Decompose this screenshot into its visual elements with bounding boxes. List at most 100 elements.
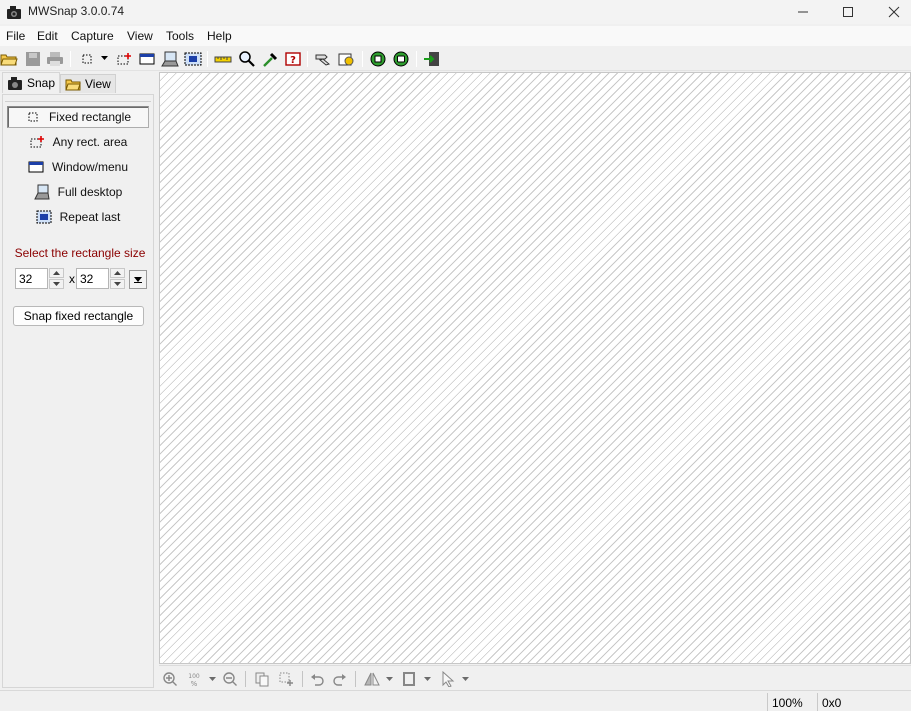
redo-icon — [333, 674, 346, 686]
open-folder-icon — [65, 79, 81, 91]
menu-edit[interactable]: Edit — [37, 29, 58, 43]
stepper-down-icon[interactable] — [49, 279, 64, 289]
zoom-percent-icon: 100% — [188, 673, 200, 687]
flip-button[interactable] — [364, 671, 380, 687]
window-title: MWSnap 3.0.0.74 — [28, 4, 125, 18]
crop-button[interactable] — [278, 671, 294, 687]
width-stepper[interactable] — [49, 268, 64, 289]
menu-capture[interactable]: Capture — [71, 29, 114, 43]
toolbar-separator — [355, 671, 356, 687]
any-rect-area-label: Any rect. area — [52, 135, 128, 149]
chevron-down-icon[interactable] — [462, 677, 469, 681]
undo-button[interactable] — [309, 671, 325, 687]
exit-button[interactable] — [423, 51, 441, 67]
green-print-button[interactable] — [392, 51, 410, 67]
copy-button[interactable] — [254, 671, 270, 687]
desktop-icon — [33, 184, 50, 200]
menu-tools[interactable]: Tools — [166, 29, 194, 43]
stepper-down-icon[interactable] — [110, 279, 125, 289]
minimize-button[interactable] — [780, 0, 826, 24]
color-picker-tool[interactable] — [261, 51, 279, 67]
save-icon — [26, 52, 40, 66]
desktop-tool[interactable] — [161, 51, 179, 67]
settings-icon — [315, 54, 331, 66]
any-rect-tool[interactable] — [115, 51, 133, 67]
view-toolbar: 100% — [159, 665, 911, 690]
snap-fixed-rectangle-button[interactable]: Snap fixed rectangle — [13, 306, 144, 326]
help-tool[interactable]: ? — [284, 51, 302, 67]
full-desktop-button[interactable]: Full desktop — [7, 181, 149, 203]
toolbar-separator — [307, 51, 308, 67]
print-button[interactable] — [46, 51, 64, 67]
image-canvas[interactable] — [159, 72, 911, 664]
repeat-last-label: Repeat last — [59, 210, 121, 224]
help-icon: ? — [285, 52, 301, 66]
menu-file[interactable]: File — [6, 29, 25, 43]
chevron-down-icon[interactable] — [386, 677, 393, 681]
toolbar-separator — [416, 51, 417, 67]
width-input[interactable] — [15, 268, 48, 289]
full-desktop-label: Full desktop — [57, 185, 123, 199]
green-print-icon — [393, 51, 409, 67]
close-button[interactable] — [871, 0, 911, 24]
window-tool[interactable] — [138, 51, 156, 67]
camera-icon — [7, 77, 22, 90]
maximize-button[interactable] — [825, 0, 871, 24]
menu-help[interactable]: Help — [207, 29, 232, 43]
height-stepper[interactable] — [110, 268, 125, 289]
chevron-down-icon[interactable] — [424, 677, 431, 681]
save-button[interactable] — [24, 51, 42, 67]
zoom-percent-button[interactable]: 100% — [186, 671, 202, 687]
hotkeys-icon — [338, 53, 354, 66]
open-button[interactable] — [0, 51, 18, 67]
size-presets-dropdown[interactable] — [129, 270, 147, 289]
rectangle-size-label: Select the rectangle size — [14, 246, 146, 260]
camera-icon — [6, 4, 22, 20]
redo-button[interactable] — [332, 671, 348, 687]
fixed-rectangle-button[interactable]: Fixed rectangle — [7, 106, 149, 128]
toolbar-separator — [245, 671, 246, 687]
title-bar: MWSnap 3.0.0.74 — [0, 0, 911, 24]
snap-panel: Fixed rectangle Any rect. area Window/me… — [2, 94, 154, 688]
tab-snap[interactable]: Snap — [2, 72, 60, 93]
frame-button[interactable] — [401, 671, 417, 687]
zoom-in-button[interactable] — [162, 671, 178, 687]
any-rect-area-button[interactable]: Any rect. area — [7, 131, 149, 153]
zoom-tool[interactable] — [238, 51, 256, 67]
window-icon — [139, 53, 155, 65]
toolbar-separator — [70, 51, 71, 67]
height-input[interactable] — [76, 268, 109, 289]
stepper-up-icon[interactable] — [49, 268, 64, 278]
toolbar-separator — [362, 51, 363, 67]
chevron-down-icon[interactable] — [101, 56, 108, 60]
repeat-last-button[interactable]: Repeat last — [7, 206, 149, 228]
ruler-tool[interactable] — [214, 51, 232, 67]
frame-icon — [403, 672, 415, 686]
menu-view[interactable]: View — [127, 29, 153, 43]
minimize-icon — [798, 11, 808, 13]
fixed-rect-tool[interactable] — [78, 51, 96, 67]
main-toolbar: ? — [0, 47, 911, 71]
svg-text:100: 100 — [188, 673, 200, 680]
settings-tool[interactable] — [314, 51, 332, 67]
stepper-up-icon[interactable] — [110, 268, 125, 278]
repeat-last-tool[interactable] — [184, 51, 202, 67]
svg-text:%: % — [191, 680, 198, 687]
open-folder-icon — [0, 54, 18, 66]
zoom-out-button[interactable] — [222, 671, 238, 687]
fixed-rectangle-label: Fixed rectangle — [48, 110, 132, 124]
panel-tabs: Snap View — [0, 72, 156, 94]
green-record-button[interactable] — [369, 51, 387, 67]
chevron-down-icon[interactable] — [209, 677, 216, 681]
repeat-last-icon — [184, 52, 202, 66]
print-icon — [47, 52, 63, 66]
toolbar-separator — [302, 671, 303, 687]
svg-text:?: ? — [290, 55, 296, 66]
capture-mode-group: Fixed rectangle Any rect. area Window/me… — [5, 101, 151, 327]
window-menu-button[interactable]: Window/menu — [7, 156, 149, 178]
hotkeys-tool[interactable] — [337, 51, 355, 67]
status-bar: 100% 0x0 — [0, 690, 911, 711]
menu-bar: File Edit Capture View Tools Help — [0, 26, 911, 46]
tab-view[interactable]: View — [60, 74, 116, 93]
cursor-button[interactable] — [440, 671, 456, 687]
